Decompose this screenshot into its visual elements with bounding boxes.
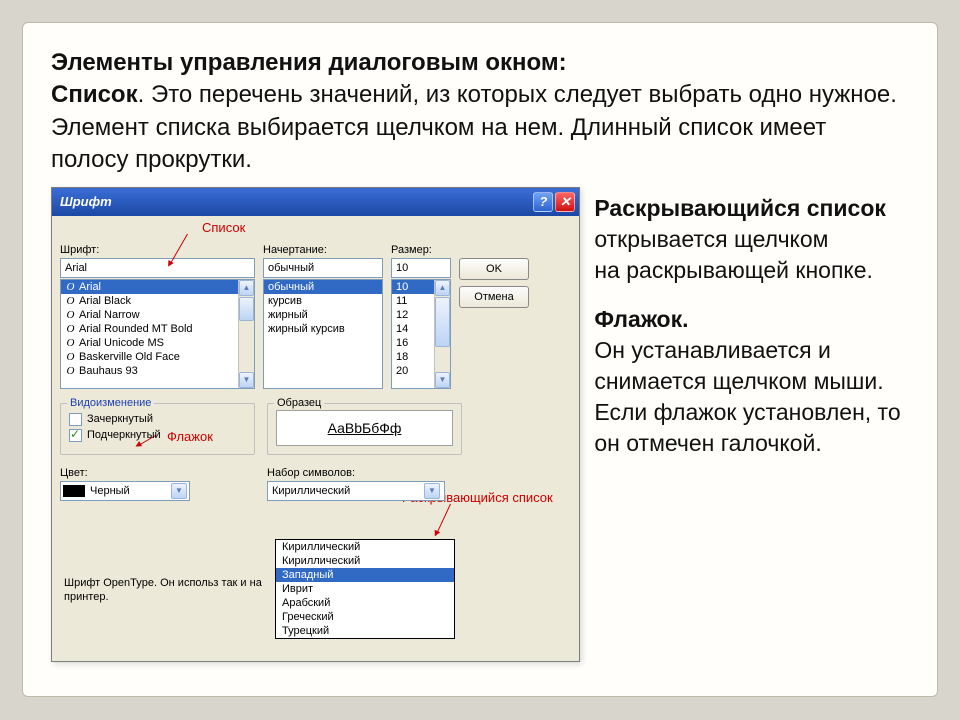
scroll-thumb[interactable] bbox=[435, 297, 450, 347]
scroll-thumb[interactable] bbox=[239, 297, 254, 321]
list-item[interactable]: обычный bbox=[264, 280, 382, 294]
effects-fieldset: Видоизменение Зачеркнутый Подчеркнутый bbox=[60, 403, 255, 455]
charset-value: Кириллический bbox=[272, 485, 350, 497]
color-value: Черный bbox=[90, 485, 130, 497]
headline-text: Элементы управления диалоговым окном: Сп… bbox=[51, 47, 909, 177]
charset-dropdown-list[interactable]: Кириллический Кириллический Западный Ивр… bbox=[275, 539, 455, 639]
strike-label: Зачеркнутый bbox=[87, 413, 153, 425]
underline-checkbox-row[interactable]: Подчеркнутый bbox=[69, 429, 246, 442]
dialog-title: Шрифт bbox=[60, 194, 112, 209]
list-item[interactable]: Иврит bbox=[276, 582, 454, 596]
strike-checkbox-row[interactable]: Зачеркнутый bbox=[69, 413, 246, 426]
scroll-down-icon[interactable]: ▼ bbox=[239, 372, 254, 388]
underline-label: Подчеркнутый bbox=[87, 429, 161, 441]
dropdown-list-line2: на раскрывающей кнопке. bbox=[594, 257, 873, 283]
strike-checkbox[interactable] bbox=[69, 413, 82, 426]
side-text: Раскрывающийся список открывается щелчко… bbox=[594, 187, 909, 662]
font-listbox[interactable]: OArial OArial Black OArial Narrow OArial… bbox=[60, 279, 255, 389]
close-button[interactable]: ✕ bbox=[555, 192, 575, 212]
dropdown-list-bold: Раскрывающийся список bbox=[594, 195, 886, 221]
style-label: Начертание: bbox=[263, 244, 383, 256]
ok-button[interactable]: OK bbox=[459, 258, 529, 280]
charset-label: Набор символов: bbox=[267, 467, 462, 479]
scroll-up-icon[interactable]: ▲ bbox=[239, 280, 254, 296]
footnote: Шрифт OpenType. Он использ так и на прин… bbox=[64, 576, 284, 605]
chevron-down-icon[interactable]: ▼ bbox=[171, 483, 187, 499]
sample-fieldset: Образец АаBbБбФф bbox=[267, 403, 462, 455]
scroll-up-icon[interactable]: ▲ bbox=[435, 280, 450, 296]
content-row: Шрифт ? ✕ Список Флажок Раскрывающийся с… bbox=[51, 187, 909, 662]
font-dialog: Шрифт ? ✕ Список Флажок Раскрывающийся с… bbox=[51, 187, 580, 662]
scrollbar[interactable]: ▲ ▼ bbox=[238, 280, 254, 388]
checkbox-rest: Он устанавливается и снимается щелчком м… bbox=[594, 337, 900, 456]
list-item[interactable]: Турецкий bbox=[276, 624, 454, 638]
list-item[interactable]: OArial Black bbox=[61, 294, 238, 308]
headline-title: Элементы управления диалоговым окном: bbox=[51, 49, 567, 76]
list-item[interactable]: OBaskerville Old Face bbox=[61, 350, 238, 364]
dropdown-list-rest: открывается щелчком bbox=[594, 226, 828, 252]
list-item[interactable]: Кириллический bbox=[276, 554, 454, 568]
callout-line-dropdown bbox=[437, 503, 451, 531]
dialog-body: Список Флажок Раскрывающийся список Шриф… bbox=[52, 216, 579, 661]
headline-list-bold: Список bbox=[51, 81, 138, 108]
list-item[interactable]: Греческий bbox=[276, 610, 454, 624]
list-item[interactable]: 16 bbox=[392, 336, 434, 350]
style-listbox[interactable]: обычный курсив жирный жирный курсив bbox=[263, 279, 383, 389]
size-input[interactable] bbox=[391, 258, 451, 278]
list-item[interactable]: курсив bbox=[264, 294, 382, 308]
list-item[interactable]: 10 bbox=[392, 280, 434, 294]
list-item[interactable]: жирный bbox=[264, 308, 382, 322]
color-label: Цвет: bbox=[60, 467, 255, 479]
list-item[interactable]: 18 bbox=[392, 350, 434, 364]
size-label: Размер: bbox=[391, 244, 451, 256]
help-button[interactable]: ? bbox=[533, 192, 553, 212]
list-item[interactable]: OArial bbox=[61, 280, 238, 294]
list-item[interactable]: 11 bbox=[392, 294, 434, 308]
list-item[interactable]: 12 bbox=[392, 308, 434, 322]
underline-checkbox[interactable] bbox=[69, 429, 82, 442]
font-input[interactable] bbox=[60, 258, 255, 278]
list-item[interactable]: Западный bbox=[276, 568, 454, 582]
size-listbox[interactable]: 10 11 12 14 16 18 20 ▲ bbox=[391, 279, 451, 389]
list-item[interactable]: Арабский bbox=[276, 596, 454, 610]
cancel-button[interactable]: Отмена bbox=[459, 286, 529, 308]
list-item[interactable]: OArial Narrow bbox=[61, 308, 238, 322]
effects-legend: Видоизменение bbox=[67, 397, 154, 409]
charset-combo[interactable]: Кириллический ▼ bbox=[267, 481, 445, 501]
color-combo[interactable]: Черный ▼ bbox=[60, 481, 190, 501]
scroll-down-icon[interactable]: ▼ bbox=[435, 372, 450, 388]
style-input[interactable] bbox=[263, 258, 383, 278]
scrollbar[interactable]: ▲ ▼ bbox=[434, 280, 450, 388]
checkbox-bold: Флажок. bbox=[594, 306, 688, 332]
list-item[interactable]: 20 bbox=[392, 364, 434, 378]
sample-legend: Образец bbox=[274, 397, 324, 409]
list-item[interactable]: OArial Rounded MT Bold bbox=[61, 322, 238, 336]
chevron-down-icon[interactable]: ▼ bbox=[424, 483, 440, 499]
list-item[interactable]: Кириллический bbox=[276, 540, 454, 554]
list-item[interactable]: 14 bbox=[392, 322, 434, 336]
font-label: Шрифт: bbox=[60, 244, 255, 256]
list-item[interactable]: OArial Unicode MS bbox=[61, 336, 238, 350]
list-item[interactable]: OBauhaus 93 bbox=[61, 364, 238, 378]
slide-panel: Элементы управления диалоговым окном: Сп… bbox=[22, 22, 938, 697]
dialog-titlebar[interactable]: Шрифт ? ✕ bbox=[52, 188, 579, 216]
callout-list: Список bbox=[202, 220, 245, 235]
sample-text: АаBbБбФф bbox=[276, 410, 453, 446]
list-item[interactable]: жирный курсив bbox=[264, 322, 382, 336]
color-swatch bbox=[63, 485, 85, 497]
headline-list-rest: . Это перечень значений, из которых след… bbox=[51, 81, 897, 173]
